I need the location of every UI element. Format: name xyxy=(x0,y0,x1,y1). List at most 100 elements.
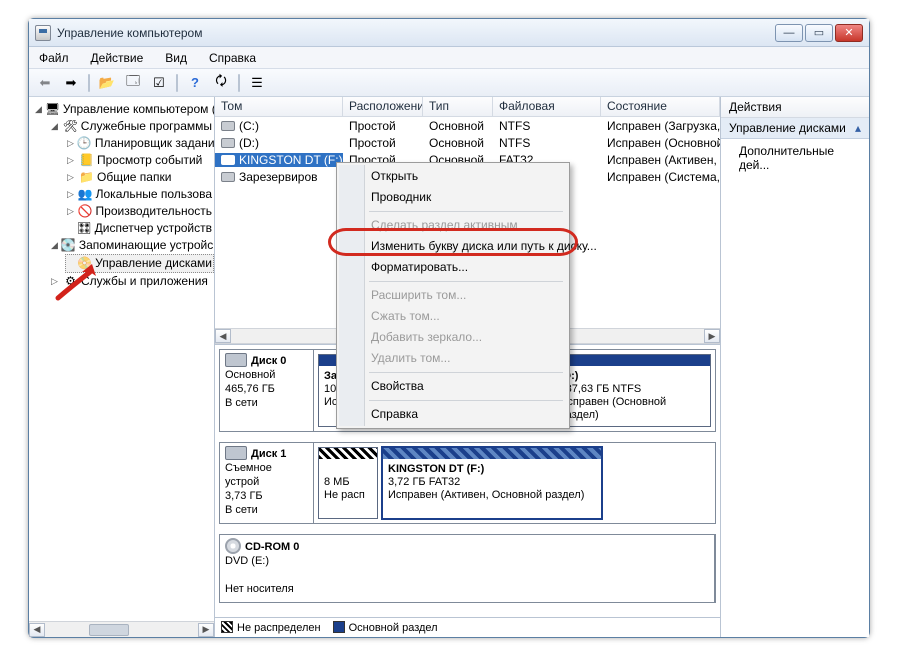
close-button[interactable]: ✕ xyxy=(835,24,863,42)
tree-services-apps[interactable]: ▷⚙Службы и приложения xyxy=(49,273,214,290)
disk-partitions: 8 МБ Не расп KINGSTON DT (F:) 3,72 ГБ FA… xyxy=(314,443,715,523)
refresh-icon[interactable]: 🗘 xyxy=(209,72,233,94)
tree-storage[interactable]: ◢💽 Запоминающие устройс xyxy=(49,237,214,254)
ctx-extend: Расширить том... xyxy=(339,285,567,306)
tree-system-tools[interactable]: ◢🛠 Служебные программы xyxy=(49,118,214,135)
disk-info[interactable]: Диск 0 Основной 465,76 ГБ В сети xyxy=(220,350,314,431)
ctx-mirror: Добавить зеркало... xyxy=(339,327,567,348)
tree-shared-folders[interactable]: ▷📁Общие папки xyxy=(65,169,214,186)
col-layout[interactable]: Расположение xyxy=(343,97,423,116)
tree-label: Общие папки xyxy=(97,169,171,186)
hdd-icon xyxy=(225,353,247,367)
scroll-left-icon[interactable]: ◀ xyxy=(215,329,231,343)
actions-section-label: Управление дисками xyxy=(729,121,846,135)
maximize-button[interactable]: ▭ xyxy=(805,24,833,42)
disk-title: Диск 1 xyxy=(251,448,286,460)
tools-icon: 🛠 xyxy=(63,120,78,134)
disk-status: В сети xyxy=(225,397,258,409)
menu-file[interactable]: Файл xyxy=(35,49,73,67)
scroll-left-icon[interactable]: ◀ xyxy=(29,623,45,637)
computer-icon: 🖥 xyxy=(45,103,60,117)
toolbar-separator xyxy=(88,74,90,92)
ctx-explorer[interactable]: Проводник xyxy=(339,187,567,208)
ctx-format[interactable]: Форматировать... xyxy=(339,257,567,278)
tree-event-viewer[interactable]: ▷📒Просмотр событий xyxy=(65,152,214,169)
partition-unallocated[interactable]: 8 МБ Не расп xyxy=(318,447,378,519)
volume-row[interactable]: (C:) Простой Основной NTFS Исправен (Заг… xyxy=(215,117,720,134)
tree-label: Планировщик заданий xyxy=(95,135,214,152)
tree-root[interactable]: ◢🖥 Управление компьютером (л xyxy=(33,101,214,118)
disk-title: Диск 0 xyxy=(251,355,286,367)
window-buttons: — ▭ ✕ xyxy=(773,24,863,42)
tree-horizontal-scrollbar[interactable]: ◀ ▶ xyxy=(29,621,214,637)
minimize-button[interactable]: — xyxy=(775,24,803,42)
col-type[interactable]: Тип xyxy=(423,97,493,116)
menu-view[interactable]: Вид xyxy=(161,49,191,67)
ctx-change-letter[interactable]: Изменить букву диска или путь к диску... xyxy=(339,236,567,257)
disk-info[interactable]: Диск 1 Съемное устрой 3,73 ГБ В сети xyxy=(220,443,314,523)
tree-disk-management[interactable]: 📀Управление дисками xyxy=(65,254,214,273)
ctx-delete: Удалить том... xyxy=(339,348,567,369)
tree-label: Службы и приложения xyxy=(81,273,208,290)
ctx-properties[interactable]: Свойства xyxy=(339,376,567,397)
col-status[interactable]: Состояние xyxy=(601,97,720,116)
tree-local-users[interactable]: ▷👥Локальные пользова xyxy=(65,186,214,203)
forward-icon[interactable]: ➡ xyxy=(59,72,83,94)
clock-icon: 🕒 xyxy=(77,137,92,151)
tree-task-scheduler[interactable]: ▷🕒Планировщик заданий xyxy=(65,135,214,152)
partition-name: (D:) xyxy=(560,370,706,383)
disk-block-1: Диск 1 Съемное устрой 3,73 ГБ В сети 8 М… xyxy=(219,442,716,524)
up-icon[interactable]: 📂 xyxy=(95,72,119,94)
ctx-open[interactable]: Открыть xyxy=(339,166,567,187)
volume-row[interactable]: (D:) Простой Основной NTFS Исправен (Осн… xyxy=(215,134,720,151)
legend-primary: Основной раздел xyxy=(333,621,438,634)
cell: Зарезервиров xyxy=(239,170,318,184)
actions-section[interactable]: Управление дисками ▴ xyxy=(721,118,869,139)
actions-title: Действия xyxy=(721,97,869,118)
back-icon[interactable]: ⬅ xyxy=(33,72,57,94)
toolbar-separator xyxy=(238,74,240,92)
tree-performance[interactable]: ▷🚫Производительность xyxy=(65,203,214,220)
partition-name: KINGSTON DT (F:) xyxy=(388,463,596,476)
list-icon[interactable]: ☰ xyxy=(245,72,269,94)
cell: Исправен (Загрузка, Файл xyxy=(601,119,720,133)
properties-icon[interactable]: ☑ xyxy=(147,72,171,94)
actions-more[interactable]: Дополнительные дей... xyxy=(721,139,869,177)
scroll-right-icon[interactable]: ▶ xyxy=(198,623,214,637)
tree-device-manager[interactable]: 🎛Диспетчер устройств xyxy=(65,220,214,237)
removable-icon xyxy=(225,446,247,460)
disk-kind: Основной xyxy=(225,369,275,381)
ctx-shrink: Сжать том... xyxy=(339,306,567,327)
cell: (D:) xyxy=(239,136,259,150)
partition[interactable]: (D:) 387,63 ГБ NTFS Исправен (Основной р… xyxy=(554,354,712,427)
navigation-tree: ◢🖥 Управление компьютером (л ◢🛠 Служебны… xyxy=(29,97,214,619)
partition-selected[interactable]: KINGSTON DT (F:) 3,72 ГБ FAT32 Исправен … xyxy=(382,447,602,519)
legend-swatch-icon xyxy=(221,621,233,633)
ctx-help[interactable]: Справка xyxy=(339,404,567,425)
ctx-separator xyxy=(369,281,563,282)
partition-detail: 387,63 ГБ NTFS xyxy=(560,383,706,396)
show-hide-tree-icon[interactable]: 🗔 xyxy=(121,72,145,94)
scroll-thumb[interactable] xyxy=(89,624,129,636)
cell: Исправен (Система, Акти xyxy=(601,170,720,184)
col-volume[interactable]: Том xyxy=(215,97,343,116)
tree-label: Диспетчер устройств xyxy=(95,220,212,237)
drive-icon xyxy=(221,155,235,165)
volume-list-header: Том Расположение Тип Файловая система Со… xyxy=(215,97,720,117)
scroll-right-icon[interactable]: ▶ xyxy=(704,329,720,343)
partition-detail: 3,72 ГБ FAT32 xyxy=(388,476,596,489)
window-title: Управление компьютером xyxy=(57,26,773,40)
disk-kind: Съемное устрой xyxy=(225,462,272,488)
users-icon: 👥 xyxy=(78,188,93,202)
legend-swatch-icon xyxy=(333,621,345,633)
col-filesystem[interactable]: Файловая система xyxy=(493,97,601,116)
help-icon[interactable]: ? xyxy=(183,72,207,94)
device-icon: 🎛 xyxy=(77,222,92,236)
partition-detail: Исправен (Активен, Основной раздел) xyxy=(388,489,596,502)
tree-label: Просмотр событий xyxy=(97,152,202,169)
disk-status: В сети xyxy=(225,504,258,516)
menu-help[interactable]: Справка xyxy=(205,49,260,67)
disk-info[interactable]: CD-ROM 0 DVD (E:) Нет носителя xyxy=(220,535,715,602)
app-icon xyxy=(35,25,51,41)
menu-action[interactable]: Действие xyxy=(87,49,148,67)
